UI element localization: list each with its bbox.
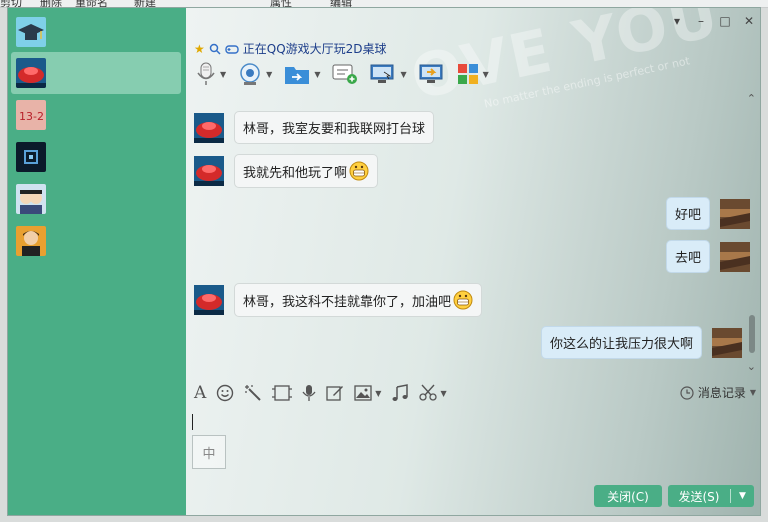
contact-avatar-5[interactable]: [16, 184, 46, 214]
video-camera-icon: [240, 63, 260, 85]
music-icon[interactable]: [391, 384, 409, 402]
grin-emoji-icon: [349, 161, 369, 181]
clock-icon: [680, 385, 694, 400]
chat-window: 13-2 OVE YOU No matter the ending is per…: [7, 7, 761, 516]
message-list[interactable]: ⌃ 林哥，我室友要和我联网打台球 我就先和他玩了啊 好吧 去吧 林哥，我这科不挂…: [186, 92, 760, 373]
maximize-icon[interactable]: □: [718, 14, 732, 28]
contact-sidebar: 13-2: [8, 8, 186, 515]
microphone-icon: [197, 62, 215, 85]
svg-text:13-2: 13-2: [19, 110, 44, 123]
message-text: 林哥，我这科不挂就靠你了，加油吧: [243, 294, 452, 310]
contact-avatar-1[interactable]: [16, 17, 46, 47]
scissors-icon: [419, 384, 438, 401]
message-text: 你这么的让我压力很大啊: [549, 337, 693, 352]
message-text: 去吧: [674, 251, 701, 266]
history-label: 消息记录: [697, 386, 746, 400]
font-icon[interactable]: A: [194, 383, 206, 403]
friend-status: ★ 正在QQ游戏大厅玩2D桌球: [194, 40, 387, 57]
emoji-icon[interactable]: [216, 384, 234, 402]
minimize-icon[interactable]: –: [694, 14, 708, 28]
chat-toolbar: ▼ ▼ ▼ ▼ ▼: [196, 62, 501, 86]
video-button[interactable]: ▼: [238, 62, 272, 86]
scroll-down-icon[interactable]: ⌄: [747, 360, 756, 373]
number-drawing-avatar-icon: 13-2: [16, 100, 46, 130]
contact-avatar-4[interactable]: [16, 142, 46, 172]
message-text: 好吧: [674, 208, 701, 223]
red-car-avatar-icon: [16, 58, 46, 88]
share-screen-button[interactable]: [419, 63, 445, 85]
message-bubble: 林哥，我这科不挂就靠你了，加油吧: [234, 283, 483, 317]
input-toolbar: A ▼ ▼: [186, 378, 760, 408]
person-photo-avatar-icon: [16, 226, 46, 256]
apps-grid-icon: [457, 64, 478, 84]
status-text[interactable]: 正在QQ游戏大厅玩2D桌球: [243, 40, 387, 57]
message-row: 林哥，我这科不挂就靠你了，加油吧: [194, 283, 483, 317]
contact-avatar-2[interactable]: [16, 58, 46, 88]
message-row: 你这么的让我压力很大啊: [540, 326, 742, 359]
image-icon: [354, 385, 372, 401]
send-label: 发送(S): [678, 489, 720, 504]
my-avatar-icon[interactable]: [720, 198, 750, 229]
star-icon: ★: [194, 41, 205, 56]
message-bubble: 好吧: [665, 197, 710, 230]
add-chat-button[interactable]: [332, 63, 358, 85]
message-row: 去吧: [665, 240, 750, 273]
message-row: 我就先和他玩了啊: [194, 154, 379, 188]
message-bubble: 你这么的让我压力很大啊: [540, 326, 702, 359]
folder-transfer-icon: [285, 67, 310, 84]
message-row: 林哥，我室友要和我联网打台球: [194, 111, 435, 144]
chat-main-panel: OVE YOU No matter the ending is perfect …: [186, 8, 760, 515]
grin-emoji-icon: [453, 290, 473, 310]
red-car-avatar-icon[interactable]: [194, 112, 224, 143]
scroll-up-icon[interactable]: ⌃: [747, 92, 756, 105]
share-screen-icon: [419, 64, 443, 83]
contact-avatar-3[interactable]: 13-2: [16, 100, 46, 130]
magic-wand-icon[interactable]: [244, 384, 262, 402]
edit-icon[interactable]: [326, 384, 344, 402]
message-text: 我就先和他玩了啊: [243, 165, 348, 181]
chevron-down-icon: ▼: [749, 388, 756, 397]
send-button[interactable]: 发送(S) ▼: [668, 485, 754, 507]
my-avatar-icon[interactable]: [720, 241, 750, 272]
red-car-avatar-icon[interactable]: [194, 285, 224, 315]
close-icon[interactable]: ✕: [742, 14, 756, 28]
my-avatar-icon[interactable]: [712, 327, 742, 358]
close-button[interactable]: 关闭(C): [594, 485, 662, 507]
voice-icon[interactable]: [302, 384, 316, 402]
send-options-chevron-icon[interactable]: ▼: [731, 491, 754, 501]
file-transfer-button[interactable]: ▼: [284, 63, 320, 85]
message-scrollbar[interactable]: [749, 315, 755, 353]
search-icon[interactable]: [209, 43, 221, 55]
remote-desktop-icon: [370, 64, 394, 83]
message-history-button[interactable]: 消息记录 ▼: [680, 384, 756, 401]
message-bubble: 我就先和他玩了啊: [234, 154, 379, 188]
message-bubble: 林哥，我室友要和我联网打台球: [234, 111, 435, 144]
red-car-avatar-icon[interactable]: [194, 156, 224, 186]
graduation-cap-icon: [16, 17, 46, 47]
add-chat-icon: [332, 64, 358, 84]
remote-desktop-button[interactable]: ▼: [370, 63, 407, 85]
message-text: 林哥，我室友要和我联网打台球: [243, 122, 426, 137]
text-cursor: [192, 414, 193, 430]
apps-button[interactable]: ▼: [457, 63, 489, 85]
screenshot-icon[interactable]: [272, 384, 293, 402]
gamepad-icon: [225, 44, 239, 54]
dark-pattern-avatar-icon: [16, 142, 46, 172]
message-row: 好吧: [665, 197, 750, 230]
window-controls: ▾ – □ ✕: [670, 14, 756, 28]
image-button[interactable]: ▼: [354, 385, 381, 401]
message-bubble: 去吧: [665, 240, 710, 273]
cartoon-students-avatar-icon: [16, 184, 46, 214]
menu-chevron-icon[interactable]: ▾: [670, 14, 684, 28]
ime-indicator[interactable]: 中: [192, 435, 226, 469]
scissors-button[interactable]: ▼: [419, 384, 447, 402]
microphone-button[interactable]: ▼: [196, 62, 226, 86]
contact-avatar-6[interactable]: [16, 226, 46, 256]
